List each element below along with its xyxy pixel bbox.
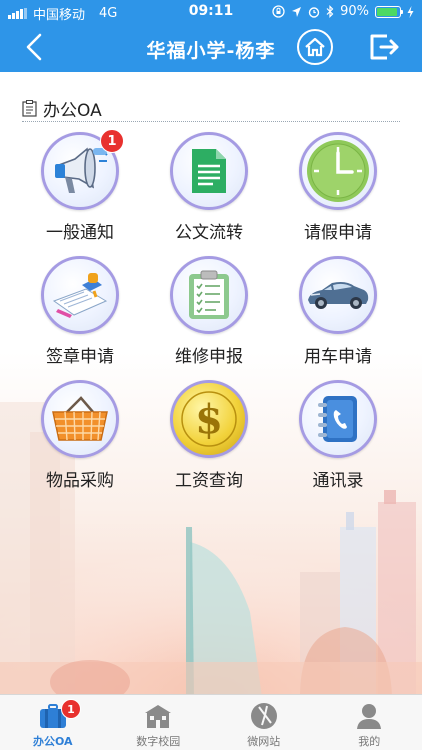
module-icon-circle xyxy=(41,380,119,458)
stamp-icon xyxy=(52,273,108,318)
module-vehicle-request[interactable]: 用车申请 xyxy=(283,256,393,367)
module-label: 通讯录 xyxy=(312,471,364,491)
tab-micro-site[interactable]: 微网站 xyxy=(211,695,317,750)
section-header-oa: 办公OA xyxy=(22,96,400,122)
svg-text:$: $ xyxy=(195,396,223,443)
logout-icon xyxy=(370,34,399,60)
status-right: 90% xyxy=(272,4,414,19)
tab-label: 办公OA xyxy=(32,735,73,748)
logout-button[interactable] xyxy=(367,31,401,63)
module-general-notice[interactable]: 1 一般通知 xyxy=(25,129,135,243)
back-button[interactable] xyxy=(22,32,48,62)
megaphone-icon xyxy=(55,147,108,193)
tab-badge: 1 xyxy=(61,699,81,719)
compass-icon xyxy=(249,701,279,731)
module-salary-query[interactable]: $ 工资查询 xyxy=(154,380,264,491)
header-bar: 中国移动 4G 09:11 90% 华福小学-杨李 xyxy=(0,0,422,72)
module-icon-circle xyxy=(41,256,119,334)
charging-icon xyxy=(407,5,414,18)
car-icon xyxy=(308,282,369,309)
battery-percent: 90% xyxy=(340,4,369,19)
home-button[interactable] xyxy=(297,29,333,65)
tab-mine[interactable]: 我的 xyxy=(317,695,422,750)
module-label: 一般通知 xyxy=(46,223,114,243)
tab-label: 我的 xyxy=(358,735,381,748)
school-icon xyxy=(143,701,173,731)
bottom-tab-bar: 1 办公OA 数字校园 微网站 我的 xyxy=(0,694,422,750)
module-purchase[interactable]: 物品采购 xyxy=(25,380,135,491)
module-leave-request[interactable]: 请假申请 xyxy=(283,132,393,243)
tab-digital-campus[interactable]: 数字校园 xyxy=(106,695,212,750)
module-icon-circle xyxy=(170,256,248,334)
clipboard-icon xyxy=(22,100,37,117)
module-icon-circle xyxy=(170,132,248,210)
module-document-flow[interactable]: 公文流转 xyxy=(154,132,264,243)
status-bar: 中国移动 4G 09:11 90% xyxy=(0,0,422,24)
module-repair-report[interactable]: 维修申报 xyxy=(154,256,264,367)
module-label: 维修申报 xyxy=(175,347,243,367)
module-icon-circle xyxy=(299,256,377,334)
document-icon xyxy=(192,149,226,193)
lock-rotation-icon xyxy=(272,5,285,18)
module-icon-circle xyxy=(299,380,377,458)
section-title: 办公OA xyxy=(43,101,102,121)
module-icon-circle: 1 xyxy=(41,129,124,210)
chevron-left-icon xyxy=(26,33,42,61)
home-icon xyxy=(305,37,325,57)
module-label: 签章申请 xyxy=(46,347,114,367)
module-contacts[interactable]: 通讯录 xyxy=(283,380,393,491)
module-label: 公文流转 xyxy=(175,223,243,243)
clipboard-check-icon xyxy=(189,270,229,319)
tab-label: 数字校园 xyxy=(136,735,181,748)
module-seal-request[interactable]: 签章申请 xyxy=(25,256,135,367)
basket-icon xyxy=(52,396,108,441)
alarm-icon xyxy=(308,6,320,18)
module-label: 物品采购 xyxy=(46,471,114,491)
dollar-coin-icon: $ xyxy=(181,391,237,447)
tab-office-oa[interactable]: 1 办公OA xyxy=(0,695,106,750)
module-icon-circle: $ xyxy=(170,380,248,458)
module-label: 请假申请 xyxy=(304,223,372,243)
page-title: 华福小学-杨李 xyxy=(146,40,276,62)
tab-label: 微网站 xyxy=(247,735,281,748)
clock-icon xyxy=(307,140,369,202)
module-label: 用车申请 xyxy=(304,347,372,367)
notification-badge: 1 xyxy=(100,129,124,153)
address-book-icon xyxy=(318,396,357,442)
module-label: 工资查询 xyxy=(175,471,243,491)
module-icon-circle xyxy=(299,132,377,210)
user-icon xyxy=(354,701,384,731)
location-icon xyxy=(292,6,302,17)
bluetooth-icon xyxy=(326,5,334,18)
battery-icon xyxy=(375,5,403,18)
